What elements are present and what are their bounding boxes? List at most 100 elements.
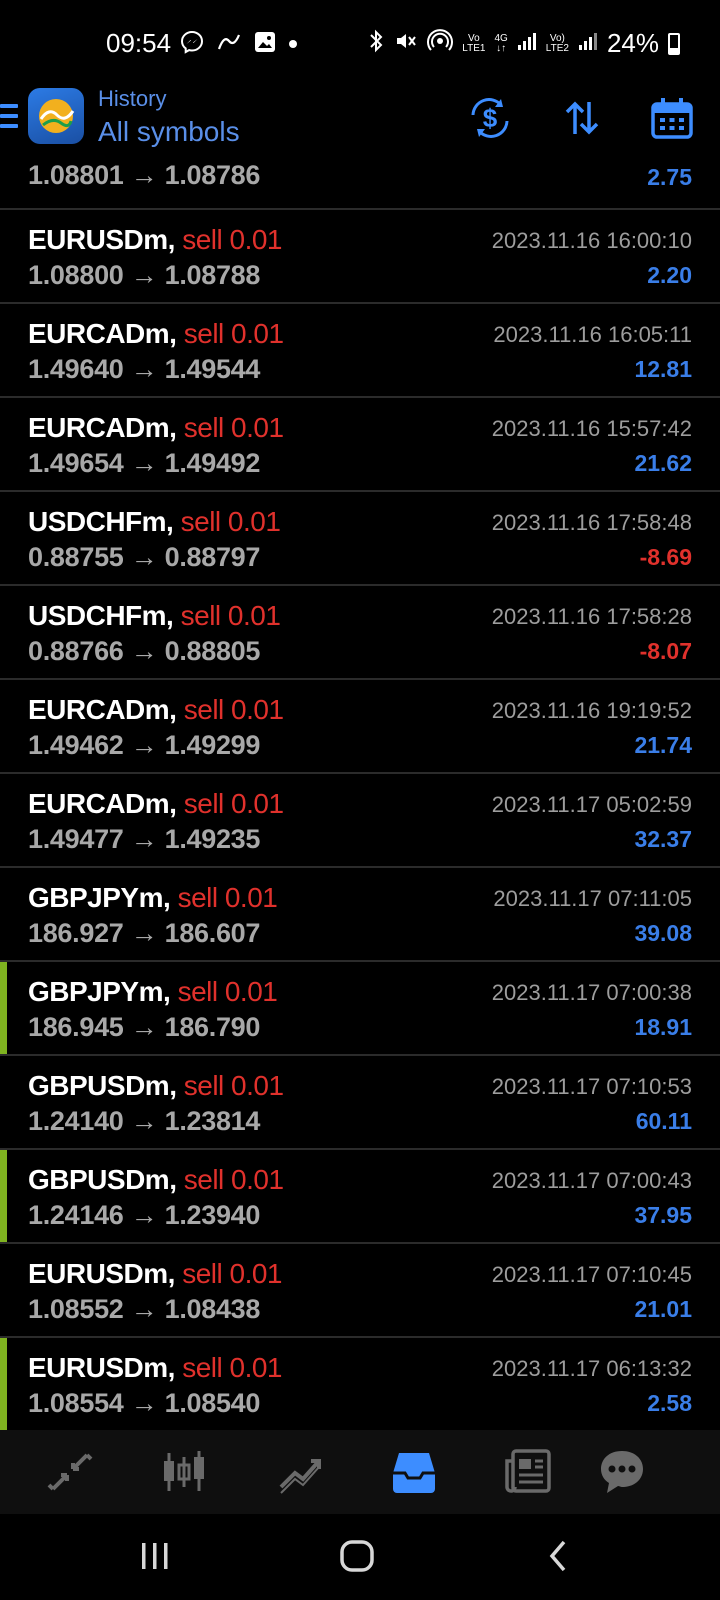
trade-symbol: EURCADm, — [28, 412, 177, 443]
signal-icon — [517, 31, 537, 56]
mute-icon — [394, 29, 418, 58]
chat-icon — [601, 1451, 643, 1493]
trade-row[interactable]: EURUSDm, sell 0.01 1.08800 → 1.08788 202… — [0, 210, 720, 304]
arrow-icon: → — [130, 448, 158, 478]
trade-side-volume: sell 0.01 — [182, 1258, 282, 1289]
arrow-icon: → — [130, 730, 158, 760]
trade-profit: 2.20 — [647, 262, 692, 288]
calendar-button[interactable] — [648, 94, 696, 142]
trade-row[interactable]: EURCADm, sell 0.01 1.49462 → 1.49299 202… — [0, 680, 720, 774]
trade-symbol: EURUSDm, — [28, 224, 175, 255]
list-item[interactable]: 1.08801 → 1.08786 2.75 — [0, 160, 720, 210]
trade-prices: 1.49477 → 1.49235 — [28, 824, 260, 855]
sort-button[interactable] — [558, 94, 606, 142]
trade-prices: 1.08554 → 1.08540 — [28, 1388, 260, 1419]
page-title[interactable]: All symbols — [98, 116, 240, 148]
arrow-icon: → — [130, 542, 158, 572]
trade-side-volume: sell 0.01 — [183, 694, 284, 725]
trade-row[interactable]: GBPJPYm, sell 0.01 186.945 → 186.790 202… — [0, 962, 720, 1056]
arrow-icon: → — [130, 1106, 158, 1136]
close-price: 1.49235 — [164, 824, 261, 854]
home-button[interactable] — [332, 1534, 382, 1578]
trade-profit: 37.95 — [634, 1202, 692, 1228]
open-price: 1.49462 — [28, 730, 124, 760]
open-price: 0.88766 — [28, 636, 124, 666]
trade-time: 2023.11.16 17:58:28 — [491, 604, 692, 629]
trade-symbol: EURCADm, — [28, 788, 177, 819]
arrow-icon: → — [130, 1388, 158, 1418]
open-price: 1.24140 — [28, 1106, 124, 1136]
trade-prices: 186.945 → 186.790 — [28, 1012, 260, 1043]
trade-side-volume: sell 0.01 — [183, 412, 284, 443]
trade-row[interactable]: EURCADm, sell 0.01 1.49477 → 1.49235 202… — [0, 774, 720, 868]
arrow-icon: → — [130, 1200, 158, 1230]
trade-time: 2023.11.17 06:13:32 — [491, 1356, 692, 1381]
trade-symbol: GBPUSDm, — [28, 1070, 177, 1101]
trade-row[interactable]: EURUSDm, sell 0.01 1.08554 → 1.08540 202… — [0, 1338, 720, 1430]
open-price: 0.88755 — [28, 542, 124, 572]
trade-symbol: GBPJPYm, — [28, 976, 171, 1007]
tab-chart[interactable] — [156, 1444, 212, 1500]
close-price: 0.88797 — [164, 542, 261, 572]
trade-prices: 0.88766 → 0.88805 — [28, 636, 260, 667]
trade-side-volume: sell 0.01 — [182, 1352, 282, 1383]
trade-side-volume: sell 0.01 — [180, 600, 281, 631]
close-price: 1.08540 — [164, 1388, 261, 1418]
trade-profit: -8.07 — [639, 638, 692, 664]
close-price: 1.49299 — [164, 730, 261, 760]
recents-button[interactable] — [130, 1534, 180, 1578]
trade-row[interactable]: GBPJPYm, sell 0.01 186.927 → 186.607 202… — [0, 868, 720, 962]
trade-side-volume: sell 0.01 — [177, 882, 278, 913]
trade-time: 2023.11.16 19:19:52 — [491, 698, 692, 723]
tab-quotes[interactable] — [42, 1444, 98, 1500]
recents-icon — [142, 1543, 168, 1569]
trade-profit: 21.01 — [634, 1296, 692, 1322]
sort-icon — [565, 101, 599, 135]
trade-prices: 1.08800 → 1.08788 — [28, 260, 260, 291]
trade-time: 2023.11.16 16:00:10 — [491, 228, 692, 253]
tab-history[interactable] — [386, 1444, 442, 1500]
open-price: 1.08800 — [28, 260, 124, 290]
quotes-icon — [47, 1453, 93, 1491]
close-price: 1.08438 — [164, 1294, 261, 1324]
trade-row[interactable]: EURCADm, sell 0.01 1.49654 → 1.49492 202… — [0, 398, 720, 492]
open-price: 1.49477 — [28, 824, 124, 854]
trade-row[interactable]: GBPUSDm, sell 0.01 1.24140 → 1.23814 202… — [0, 1056, 720, 1150]
trade-prices: 0.88755 → 0.88797 — [28, 542, 260, 573]
menu-icon[interactable] — [0, 104, 18, 132]
svg-text:$: $ — [483, 103, 498, 133]
status-bar: 09:54 Vo LTE1 4G ↓↑ Vo) LTE2 24% — [0, 0, 720, 80]
trade-side-volume: sell 0.01 — [180, 506, 281, 537]
deposit-filter-button[interactable]: $ — [466, 94, 514, 142]
header-subtitle: History — [98, 86, 167, 111]
history-list[interactable]: 1.08801 → 1.08786 2.75 EURUSDm, sell 0.0… — [0, 160, 720, 1430]
close-price: 1.08788 — [164, 260, 261, 290]
trade-row[interactable]: GBPUSDm, sell 0.01 1.24146 → 1.23940 202… — [0, 1150, 720, 1244]
bluetooth-icon — [367, 29, 385, 58]
signal-icon — [578, 31, 598, 56]
dollar-exchange-icon: $ — [471, 98, 509, 138]
tab-chat[interactable] — [594, 1444, 650, 1500]
trade-profit: 39.08 — [634, 920, 692, 946]
arrow-icon: → — [130, 1012, 158, 1042]
trade-symbol: EURUSDm, — [28, 1352, 175, 1383]
messenger-icon — [180, 30, 204, 59]
battery-icon — [668, 32, 680, 55]
trade-time: 2023.11.17 07:11:05 — [493, 886, 692, 911]
trade-prices: 186.927 → 186.607 — [28, 918, 260, 949]
trade-time: 2023.11.17 07:10:53 — [491, 1074, 692, 1099]
trade-row[interactable]: USDCHFm, sell 0.01 0.88755 → 0.88797 202… — [0, 492, 720, 586]
trade-profit: 60.11 — [635, 1108, 692, 1134]
back-button[interactable] — [534, 1534, 584, 1578]
open-price: 1.08552 — [28, 1294, 124, 1324]
dot-icon — [288, 36, 298, 54]
trade-row[interactable]: EURUSDm, sell 0.01 1.08552 → 1.08438 202… — [0, 1244, 720, 1338]
volte1-indicator: Vo LTE1 — [462, 32, 486, 54]
tab-news[interactable] — [500, 1444, 556, 1500]
trade-row[interactable]: USDCHFm, sell 0.01 0.88766 → 0.88805 202… — [0, 586, 720, 680]
history-icon — [393, 1453, 435, 1493]
trade-profit: 21.62 — [634, 450, 692, 476]
tab-trade[interactable] — [272, 1444, 328, 1500]
trade-profit: 2.58 — [647, 1390, 692, 1416]
trade-row[interactable]: EURCADm, sell 0.01 1.49640 → 1.49544 202… — [0, 304, 720, 398]
